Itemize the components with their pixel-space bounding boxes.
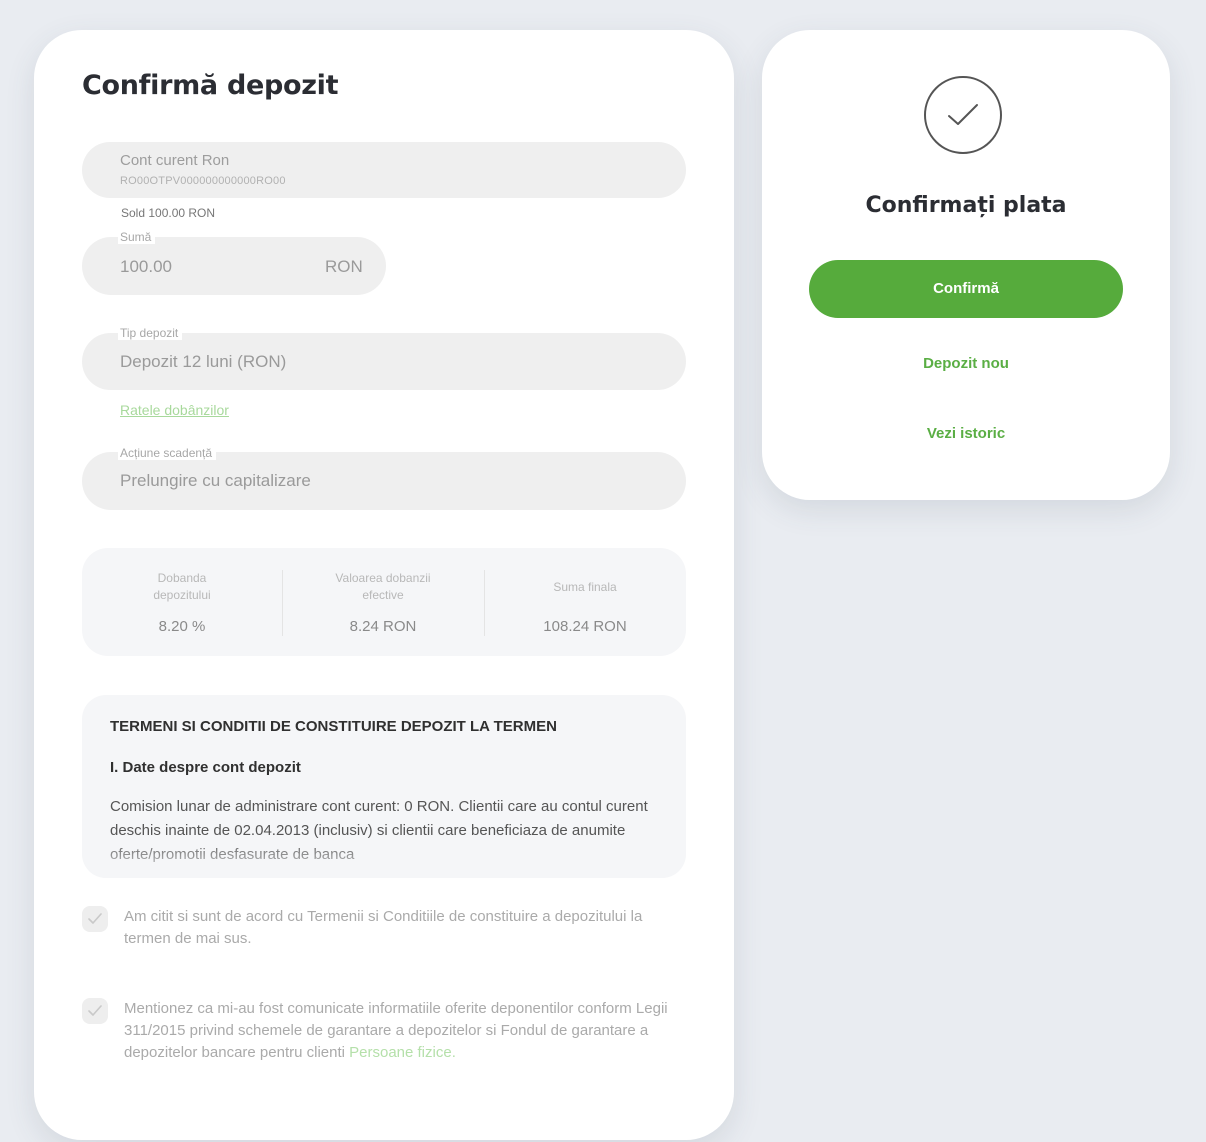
confirm-button[interactable]: Confirmă: [809, 260, 1123, 318]
agreement-text: Mentionez ca mi-au fost comunicate infor…: [124, 998, 684, 1064]
maturity-action-label: Acțiune scadență: [118, 446, 217, 460]
amount-value: 100.00: [120, 257, 172, 276]
checkmark-icon: [88, 1005, 102, 1016]
confirm-payment-title: Confirmați plata: [865, 193, 1067, 218]
deposit-type-select[interactable]: Depozit 12 luni (RON): [82, 333, 686, 390]
terms-checkbox[interactable]: [82, 906, 108, 932]
terms-subtitle: I. Date despre cont depozit: [110, 759, 301, 776]
summary-final-amount: Suma finala 108.24 RON: [484, 548, 686, 656]
amount-currency: RON: [325, 257, 363, 276]
terms-title: TERMENI SI CONDITII DE CONSTITUIRE DEPOZ…: [110, 718, 557, 735]
terms-and-conditions[interactable]: TERMENI SI CONDITII DE CONSTITUIRE DEPOZ…: [82, 695, 686, 878]
check-circle-icon: [924, 76, 1002, 154]
summary-label: Dobanda depozitului: [153, 571, 211, 602]
page-title: Confirmă depozit: [82, 70, 339, 101]
checkmark-icon: [948, 104, 978, 125]
summary-value: 8.20 %: [158, 618, 206, 635]
summary-interest-rate: Dobanda depozitului 8.20 %: [82, 548, 282, 656]
account-iban: RO00OTPV000000000000RO00: [120, 175, 286, 187]
agreement-text: Am citit si sunt de acord cu Termenii si…: [124, 908, 643, 947]
amount-field[interactable]: 100.00 RON: [82, 237, 386, 295]
summary-value: 8.24 RON: [349, 618, 417, 635]
terms-fade: [82, 840, 686, 878]
amount-label: Sumă: [118, 230, 156, 244]
deposit-type-value: Depozit 12 luni (RON): [120, 352, 287, 371]
summary-effective-interest: Valoarea dobanzii efective 8.24 RON: [282, 548, 484, 656]
account-selector[interactable]: Cont curent Ron RO00OTPV000000000000RO00: [82, 142, 686, 198]
summary-value: 108.24 RON: [543, 618, 627, 635]
deposit-type-label: Tip depozit: [118, 326, 183, 340]
view-history-link[interactable]: Vezi istoric: [762, 425, 1170, 442]
deposit-summary: Dobanda depozitului 8.20 % Valoarea doba…: [82, 548, 686, 656]
interest-rates-link[interactable]: Ratele dobânzilor: [120, 402, 229, 418]
summary-label: Valoarea dobanzii efective: [335, 571, 431, 602]
account-name: Cont curent Ron: [120, 152, 230, 169]
summary-label: Suma finala: [553, 580, 617, 594]
legal-info-checkbox[interactable]: [82, 998, 108, 1024]
confirm-deposit-card: Confirmă depozit Cont curent Ron RO00OTP…: [34, 30, 734, 1140]
confirm-payment-card: Confirmați plata Confirmă Depozit nou Ve…: [762, 30, 1170, 500]
checkmark-icon: [88, 913, 102, 924]
maturity-action-value: Prelungire cu capitalizare: [120, 471, 311, 490]
maturity-action-select[interactable]: Prelungire cu capitalizare: [82, 452, 686, 510]
natural-persons-link[interactable]: Persoane fizice.: [349, 1044, 456, 1061]
account-balance: Sold 100.00 RON: [121, 206, 216, 220]
new-deposit-link[interactable]: Depozit nou: [762, 355, 1170, 372]
